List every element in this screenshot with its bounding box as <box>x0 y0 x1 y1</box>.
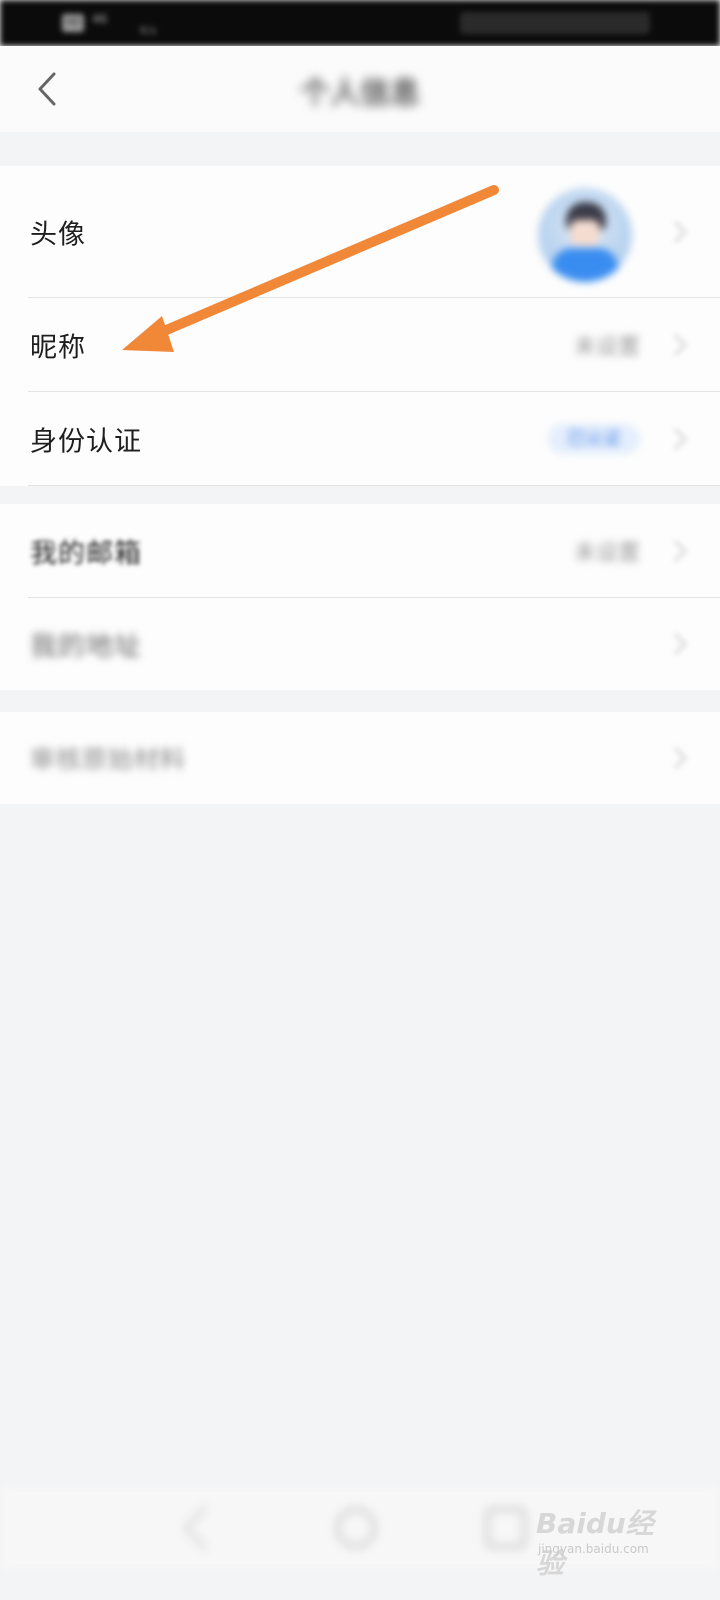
nav-recent-icon[interactable] <box>486 1508 526 1548</box>
row-identity-verification[interactable]: 身份认证 已认证 <box>0 392 720 486</box>
chevron-right-icon <box>674 334 687 356</box>
profile-group-1: 头像 昵称 未设置 身份认证 已认证 <box>0 166 720 486</box>
chevron-right-icon <box>674 633 687 655</box>
row-label-identity: 身份认证 <box>30 426 142 458</box>
profile-group-2: 我的邮箱 未设置 我的地址 <box>0 504 720 690</box>
network-speed: K/s <box>140 24 157 37</box>
email-value: 未设置 <box>573 541 640 566</box>
watermark: Baidu经验 jingyan.baidu.com <box>536 1496 676 1580</box>
chevron-right-icon <box>674 221 687 243</box>
hd-icon: HD <box>62 14 84 32</box>
page-title: 个人信息 <box>300 76 420 111</box>
verification-badge: 已认证 <box>548 424 640 454</box>
row-label-address: 我的地址 <box>30 631 142 663</box>
profile-group-3: 审核原始材料 <box>0 712 720 804</box>
chevron-right-icon <box>674 747 687 769</box>
nav-home-icon[interactable] <box>336 1508 376 1548</box>
row-label-review: 审核原始材料 <box>30 745 187 774</box>
status-bar: HD 46 K/s <box>0 0 720 46</box>
row-label-nickname: 昵称 <box>30 332 86 364</box>
row-my-address[interactable]: 我的地址 <box>0 598 720 690</box>
row-nickname[interactable]: 昵称 未设置 <box>0 298 720 392</box>
chevron-right-icon <box>674 428 687 450</box>
row-my-email[interactable]: 我的邮箱 未设置 <box>0 504 720 598</box>
header: 个人信息 <box>0 46 720 132</box>
avatar-image <box>538 188 632 282</box>
row-review-material[interactable]: 审核原始材料 <box>0 712 720 804</box>
divider <box>28 485 720 486</box>
chevron-right-icon <box>674 540 687 562</box>
watermark-url: jingyan.baidu.com <box>538 1542 649 1556</box>
nickname-value: 未设置 <box>573 335 640 360</box>
nav-back-icon[interactable] <box>183 1505 229 1551</box>
signal-icon: 46 <box>92 12 108 26</box>
row-label-avatar: 头像 <box>30 219 86 251</box>
status-icons-right <box>460 12 650 34</box>
row-label-email: 我的邮箱 <box>30 538 142 570</box>
row-avatar[interactable]: 头像 <box>0 166 720 298</box>
